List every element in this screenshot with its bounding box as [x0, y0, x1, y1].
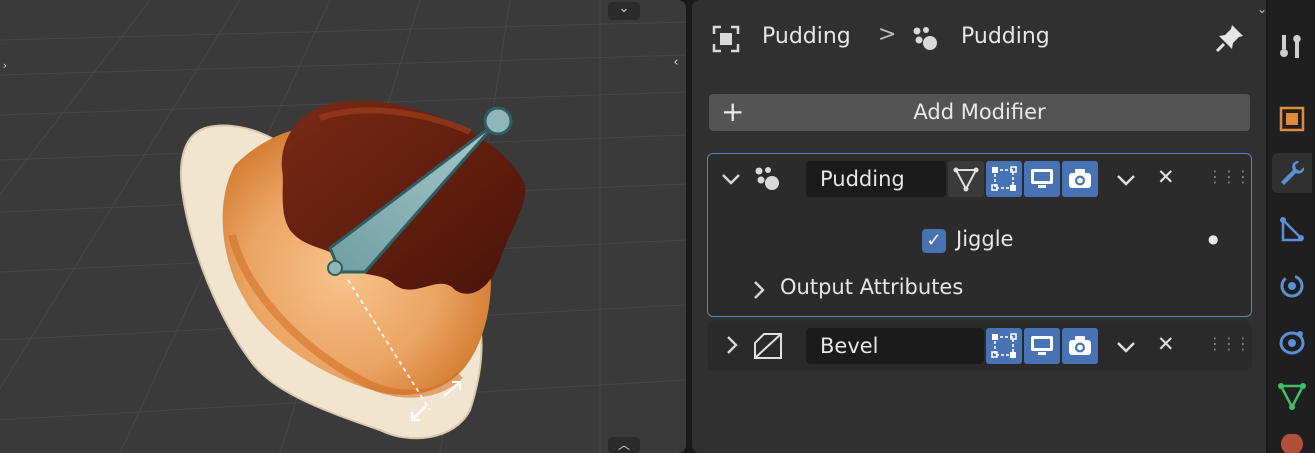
property-tabs	[1268, 0, 1315, 453]
modifier-header: Pudding ✕ ⋮⋮⋮	[708, 161, 1251, 197]
output-attributes-subpanel[interactable]: Output Attributes	[750, 275, 1010, 305]
modifier-name-field[interactable]: Bevel	[806, 328, 984, 364]
edit-cage-toggle[interactable]	[948, 161, 984, 197]
viewport-display-toggle[interactable]	[1024, 161, 1060, 197]
modifier-header: Bevel ✕ ⋮⋮⋮	[708, 328, 1251, 364]
modifier-panel-bevel: Bevel ✕ ⋮⋮⋮	[707, 321, 1252, 371]
output-attributes-label: Output Attributes	[780, 275, 964, 299]
object-tab[interactable]	[1276, 103, 1308, 135]
mesh-data-icon	[1278, 383, 1306, 410]
viewport-display-toggle[interactable]	[1024, 328, 1060, 364]
viewport-scene	[0, 0, 686, 453]
drag-handle-icon[interactable]: ⋮⋮⋮	[1207, 334, 1251, 353]
particles-tab[interactable]	[1276, 214, 1308, 246]
remove-modifier-icon[interactable]: ✕	[1157, 165, 1175, 189]
geometry-nodes-icon	[755, 167, 779, 190]
breadcrumb-object-name: Pudding	[762, 24, 851, 49]
bone-head	[327, 260, 343, 276]
viewport-toolbar-toggle[interactable]: ›	[0, 55, 10, 77]
data-tab[interactable]	[1276, 380, 1308, 412]
particles-icon	[1280, 217, 1304, 242]
tool-icon	[1280, 35, 1301, 58]
modifier-name-field[interactable]: Pudding	[806, 161, 946, 197]
panel-header-toggle[interactable]: ⌄	[1257, 2, 1267, 16]
pin-icon[interactable]	[1214, 22, 1246, 54]
add-modifier-button[interactable]: + Add Modifier	[709, 94, 1250, 131]
object-properties-icon	[1279, 106, 1305, 132]
bevel-icon	[754, 333, 782, 359]
edit-mode-toggle[interactable]	[986, 161, 1022, 197]
breadcrumb: Pudding > Pudding	[692, 14, 1266, 64]
add-modifier-label: Add Modifier	[913, 100, 1046, 124]
breadcrumb-separator: >	[878, 22, 897, 47]
physics-tab[interactable]	[1276, 270, 1308, 302]
drag-handle-icon[interactable]: ⋮⋮⋮	[1207, 167, 1251, 186]
render-toggle[interactable]	[1062, 161, 1098, 197]
collapse-chevron-icon[interactable]	[720, 169, 742, 189]
breadcrumb-data-name: Pudding	[961, 24, 1050, 49]
render-toggle[interactable]	[1062, 328, 1098, 364]
modifier-panel-pudding: Pudding ✕ ⋮⋮⋮ ✓ Jiggle ● Output Attribut…	[707, 153, 1252, 317]
jiggle-label: Jiggle	[956, 227, 1014, 251]
expand-chevron-icon	[754, 281, 765, 299]
remove-modifier-icon[interactable]: ✕	[1157, 332, 1175, 356]
constraints-icon	[1279, 331, 1305, 355]
viewport-header-toggle[interactable]: ⌄	[608, 2, 640, 20]
modifier-tab[interactable]	[1272, 153, 1312, 193]
tool-tab[interactable]	[1276, 30, 1308, 62]
expand-chevron-icon[interactable]	[723, 334, 741, 356]
jiggle-checkbox[interactable]: ✓	[922, 229, 946, 253]
edit-mode-icon	[991, 166, 1017, 191]
viewport-footer-toggle[interactable]: ︿	[608, 437, 640, 453]
camera-icon	[1069, 169, 1091, 188]
monitor-icon	[1031, 169, 1053, 188]
monitor-icon	[1031, 336, 1053, 355]
vertex-triangle-icon	[953, 167, 979, 192]
modifier-menu-chevron-icon[interactable]	[1115, 337, 1137, 357]
3d-viewport[interactable]: ⌄ ︿ ‹ ›	[0, 0, 686, 453]
material-icon	[1281, 434, 1303, 453]
constraints-tab[interactable]	[1276, 326, 1308, 358]
object-icon	[712, 25, 740, 53]
camera-icon	[1069, 336, 1091, 355]
physics-icon	[1280, 274, 1304, 298]
properties-editor: Pudding > Pudding ⌄ + Add Modifier Puddi…	[692, 0, 1267, 453]
modifier-menu-chevron-icon[interactable]	[1115, 170, 1137, 190]
wrench-icon	[1281, 161, 1305, 185]
bone-tail	[483, 106, 513, 136]
edit-mode-toggle[interactable]	[986, 328, 1022, 364]
edit-mode-icon	[991, 333, 1017, 358]
pointcloud-icon	[913, 27, 937, 50]
keyframe-dot-icon[interactable]: ●	[1208, 232, 1218, 246]
jiggle-row[interactable]: ✓ Jiggle	[922, 227, 1042, 257]
viewport-sidebar-toggle[interactable]: ‹	[668, 52, 684, 74]
material-tab[interactable]	[1276, 434, 1308, 453]
